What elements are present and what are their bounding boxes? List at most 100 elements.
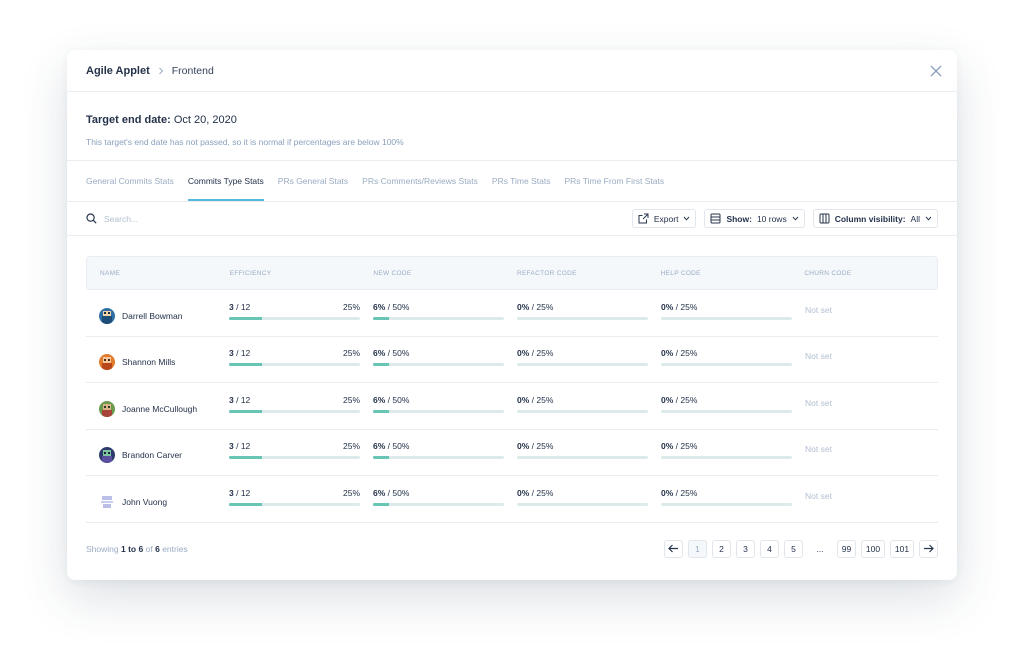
table-toolbar: Export Show: 10 rows Column visibility: …: [67, 202, 957, 236]
efficiency-values: 3 / 12 25%: [229, 488, 360, 498]
stats-table: NAME EFFICIENCY NEW CODE REFACTOR CODE H…: [67, 236, 957, 523]
new-code-cell: 6% / 50%: [373, 302, 517, 320]
name-cell[interactable]: Shannon Mills: [99, 348, 229, 371]
showing-to: 6: [138, 543, 144, 554]
help-code-ratio: 0% / 25%: [661, 441, 698, 452]
refactor-code-values: 0% / 25%: [517, 441, 648, 451]
efficiency-progress-fill: [229, 456, 262, 460]
efficiency-percent: 25%: [342, 348, 360, 359]
column-header-name[interactable]: NAME: [100, 270, 230, 277]
new-code-value: 6%: [373, 487, 386, 498]
new-code-cell: 6% / 50%: [373, 488, 517, 506]
new-code-ratio: 6% / 50%: [373, 348, 410, 359]
tab-prs-time-from-first-stats[interactable]: PRs Time From First Stats: [564, 161, 664, 201]
search-input[interactable]: [104, 213, 304, 224]
efficiency-values: 3 / 12 25%: [229, 348, 360, 358]
column-header-refactor-code[interactable]: REFACTOR CODE: [517, 270, 661, 277]
member-name[interactable]: Brandon Carver: [122, 450, 182, 460]
showing-of-word: of: [145, 543, 153, 554]
column-header-new-code[interactable]: NEW CODE: [373, 270, 517, 277]
help-code-values: 0% / 25%: [661, 488, 792, 498]
target-section: Target end date: Oct 20, 2020 This targe…: [67, 92, 957, 161]
avatar: [99, 493, 115, 510]
efficiency-ratio: 3 / 12: [229, 487, 251, 498]
name-cell[interactable]: Darrell Bowman: [99, 302, 229, 324]
export-button[interactable]: Export: [631, 209, 697, 228]
help-code-cell: 0% / 25%: [661, 488, 805, 506]
page-button[interactable]: 3: [736, 539, 755, 558]
efficiency-ratio: 3 / 12: [229, 394, 251, 405]
new-code-value: 6%: [373, 348, 386, 359]
efficiency-total: 12: [240, 348, 251, 359]
efficiency-total: 12: [240, 394, 251, 405]
refactor-code-cell: 0% / 25%: [517, 302, 661, 320]
new-code-value: 6%: [373, 441, 386, 452]
next-page-button[interactable]: [919, 539, 938, 558]
column-header-help-code[interactable]: HELP CODE: [661, 270, 805, 277]
help-code-values: 0% / 25%: [661, 441, 792, 451]
prev-page-button[interactable]: [664, 539, 683, 558]
member-name[interactable]: Joanne McCullough: [122, 404, 197, 414]
help-code-values: 0% / 25%: [661, 395, 792, 405]
page-button[interactable]: 99: [837, 539, 856, 558]
help-code-values: 0% / 25%: [661, 348, 792, 358]
efficiency-cell: 3 / 12 25%: [229, 395, 373, 413]
arrow-left-icon: [668, 544, 679, 553]
help-code-progress-bar: [661, 363, 792, 367]
member-name[interactable]: John Vuong: [122, 497, 167, 507]
churn-code-cell: Not set: [805, 397, 832, 408]
refactor-code-values: 0% / 25%: [517, 302, 648, 312]
tab-general-commits-stats[interactable]: General Commits Stats: [86, 161, 174, 201]
new-code-values: 6% / 50%: [373, 302, 504, 312]
search-box: [86, 213, 624, 224]
help-code-values: 0% / 25%: [661, 302, 792, 312]
member-name[interactable]: Shannon Mills: [122, 357, 175, 367]
new-code-values: 6% / 50%: [373, 395, 504, 405]
page-button[interactable]: 100: [861, 539, 885, 558]
chevron-down-icon: [683, 216, 690, 221]
column-header-churn-code[interactable]: CHURN CODE: [804, 270, 924, 277]
column-header-efficiency[interactable]: EFFICIENCY: [230, 270, 374, 277]
help-code-ratio: 0% / 25%: [661, 301, 698, 312]
new-code-value: 6%: [373, 301, 386, 312]
efficiency-value: 3: [229, 441, 234, 452]
refactor-code-progress-bar: [517, 409, 648, 413]
page-button[interactable]: 4: [760, 539, 779, 558]
help-code-value: 0%: [661, 348, 674, 359]
efficiency-progress-bar: [229, 363, 360, 367]
tab-prs-general-stats[interactable]: PRs General Stats: [278, 161, 348, 201]
page-button[interactable]: 5: [784, 539, 803, 558]
new-code-total: 50%: [392, 394, 410, 405]
new-code-ratio: 6% / 50%: [373, 487, 410, 498]
page-button[interactable]: 2: [712, 539, 731, 558]
tab-prs-time-stats[interactable]: PRs Time Stats: [492, 161, 551, 201]
new-code-values: 6% / 50%: [373, 488, 504, 498]
efficiency-progress-bar: [229, 502, 360, 506]
tab-prs-comments-reviews-stats[interactable]: PRs Comments/Reviews Stats: [362, 161, 478, 201]
stats-modal: Agile Applet Frontend Target end date: O…: [67, 50, 957, 580]
page-button[interactable]: 101: [890, 539, 914, 558]
name-cell[interactable]: John Vuong: [99, 488, 229, 510]
efficiency-ratio: 3 / 12: [229, 441, 251, 452]
rows-per-page-select[interactable]: Show: 10 rows: [704, 209, 805, 228]
help-code-ratio: 0% / 25%: [661, 348, 698, 359]
refactor-code-value: 0%: [517, 441, 530, 452]
column-visibility-value: All: [910, 213, 920, 224]
page-numbers: 1 2 3 4 5... 99 100 101: [688, 539, 914, 558]
showing-prefix: Showing: [86, 543, 119, 554]
close-icon[interactable]: [929, 64, 943, 78]
column-visibility-select[interactable]: Column visibility: All: [812, 209, 938, 228]
showing-entries: Showing 1 to 6 of 6 entries: [86, 544, 188, 554]
refactor-code-ratio: 0% / 25%: [517, 348, 554, 359]
showing-to-word: to: [128, 543, 137, 554]
name-cell[interactable]: Brandon Carver: [99, 441, 229, 464]
member-name[interactable]: Darrell Bowman: [122, 311, 182, 321]
help-code-total: 25%: [680, 301, 698, 312]
name-cell[interactable]: Joanne McCullough: [99, 395, 229, 417]
column-visibility-label: Column visibility:: [834, 213, 906, 224]
table-row: Darrell Bowman 3 / 12 25% 6% / 50% 0% / …: [86, 290, 938, 337]
breadcrumb-app[interactable]: Agile Applet: [86, 65, 150, 77]
tab-commits-type-stats[interactable]: Commits Type Stats: [187, 161, 264, 201]
refactor-code-progress-bar: [517, 502, 648, 506]
page-button[interactable]: 1: [688, 539, 707, 558]
